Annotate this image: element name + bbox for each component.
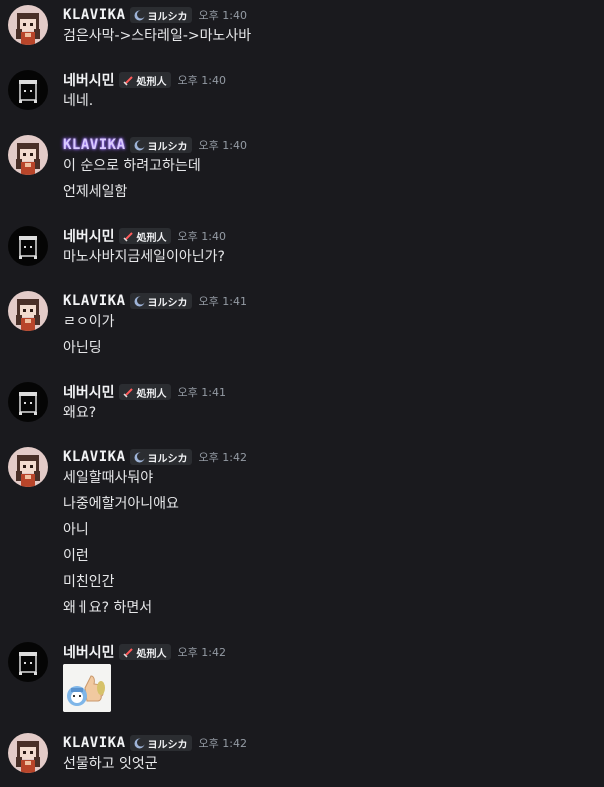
- timestamp: 오후 1:42: [177, 646, 226, 659]
- timestamp: 오후 1:41: [198, 295, 247, 308]
- avatar-klavika[interactable]: [8, 135, 48, 175]
- message-header: 네버시민 処刑人 오후 1:40: [63, 70, 226, 90]
- username[interactable]: 네버시민: [63, 226, 115, 246]
- message-text: 세일할때사둬야: [63, 470, 154, 486]
- username[interactable]: KLAVIKA: [63, 735, 126, 751]
- message-text: 네네.: [63, 93, 94, 109]
- tag-label: 処刑人: [136, 76, 167, 88]
- avatar-nebeo[interactable]: [8, 70, 48, 110]
- timestamp: 오후 1:40: [177, 230, 226, 243]
- timestamp: 오후 1:40: [198, 9, 247, 22]
- avatar-klavika[interactable]: [8, 291, 48, 331]
- username[interactable]: KLAVIKA: [63, 7, 126, 23]
- image-attachment[interactable]: [63, 664, 111, 712]
- message-text: 선물하고 잇엇군: [63, 756, 158, 772]
- message-header: KLAVIKA ヨルシカ 오후 1:42: [63, 733, 247, 753]
- moon-icon: [134, 452, 145, 463]
- sword-icon: [123, 75, 134, 86]
- message-header: KLAVIKA ヨルシカ 오후 1:41: [63, 291, 247, 311]
- message-text: 이런: [63, 548, 89, 564]
- tag-label: 処刑人: [136, 648, 167, 660]
- avatar-nebeo[interactable]: [8, 642, 48, 682]
- message-header: KLAVIKA ヨルシカ 오후 1:40: [63, 135, 247, 155]
- message-text: 마노사바지금세일이아닌가?: [63, 249, 225, 265]
- avatar-klavika[interactable]: [8, 447, 48, 487]
- message-text: 아닌딩: [63, 340, 102, 356]
- server-tag[interactable]: ヨルシカ: [129, 7, 192, 23]
- server-tag[interactable]: ヨルシカ: [129, 137, 192, 153]
- tag-label: ヨルシカ: [147, 297, 188, 309]
- avatar-klavika[interactable]: [8, 5, 48, 45]
- server-tag[interactable]: ヨルシカ: [129, 293, 192, 309]
- username[interactable]: 네버시민: [63, 70, 115, 90]
- username[interactable]: 네버시민: [63, 382, 115, 402]
- moon-icon: [134, 140, 145, 151]
- timestamp: 오후 1:40: [177, 74, 226, 87]
- avatar-nebeo[interactable]: [8, 226, 48, 266]
- message-text: 미친인간: [63, 574, 115, 590]
- message-text: 왜ㅔ요? 하면서: [63, 600, 153, 616]
- timestamp: 오후 1:40: [198, 139, 247, 152]
- chat-log: KLAVIKA ヨルシカ 오후 1:40 검은사막->스타레일->마노사바 네버…: [0, 0, 604, 787]
- server-tag[interactable]: 処刑人: [118, 228, 171, 244]
- username[interactable]: KLAVIKA: [63, 137, 126, 153]
- moon-icon: [134, 296, 145, 307]
- message-text: 이 순으로 하려고하는데: [63, 158, 201, 174]
- username[interactable]: KLAVIKA: [63, 449, 126, 465]
- tag-label: ヨルシカ: [147, 453, 188, 465]
- message-header: 네버시민 処刑人 오후 1:41: [63, 382, 226, 402]
- message-header: 네버시민 処刑人 오후 1:40: [63, 226, 226, 246]
- message-text: ㄹㅇ이가: [63, 314, 115, 330]
- sword-icon: [123, 231, 134, 242]
- message-text: 왜요?: [63, 405, 97, 421]
- avatar-klavika[interactable]: [8, 733, 48, 773]
- timestamp: 오후 1:41: [177, 386, 226, 399]
- message-text: 언제세일함: [63, 184, 128, 200]
- tag-label: ヨルシカ: [147, 739, 188, 751]
- message-text: 아니: [63, 522, 89, 538]
- server-tag[interactable]: 処刑人: [118, 72, 171, 88]
- sword-icon: [123, 387, 134, 398]
- message-text: 나중에할거아니애요: [63, 496, 179, 512]
- sword-icon: [123, 647, 134, 658]
- username[interactable]: KLAVIKA: [63, 293, 126, 309]
- tag-label: 処刑人: [136, 388, 167, 400]
- message-header: KLAVIKA ヨルシカ 오후 1:42: [63, 447, 247, 467]
- server-tag[interactable]: ヨルシカ: [129, 449, 192, 465]
- timestamp: 오후 1:42: [198, 451, 247, 464]
- tag-label: ヨルシカ: [147, 11, 188, 23]
- message-header: 네버시민 処刑人 오후 1:42: [63, 642, 226, 662]
- username[interactable]: 네버시민: [63, 642, 115, 662]
- tag-label: ヨルシカ: [147, 141, 188, 153]
- server-tag[interactable]: ヨルシカ: [129, 735, 192, 751]
- message-text: 검은사막->스타레일->마노사바: [63, 28, 252, 44]
- moon-icon: [134, 738, 145, 749]
- tag-label: 処刑人: [136, 232, 167, 244]
- avatar-nebeo[interactable]: [8, 382, 48, 422]
- server-tag[interactable]: 処刑人: [118, 644, 171, 660]
- moon-icon: [134, 10, 145, 21]
- timestamp: 오후 1:42: [198, 737, 247, 750]
- message-header: KLAVIKA ヨルシカ 오후 1:40: [63, 5, 247, 25]
- server-tag[interactable]: 処刑人: [118, 384, 171, 400]
